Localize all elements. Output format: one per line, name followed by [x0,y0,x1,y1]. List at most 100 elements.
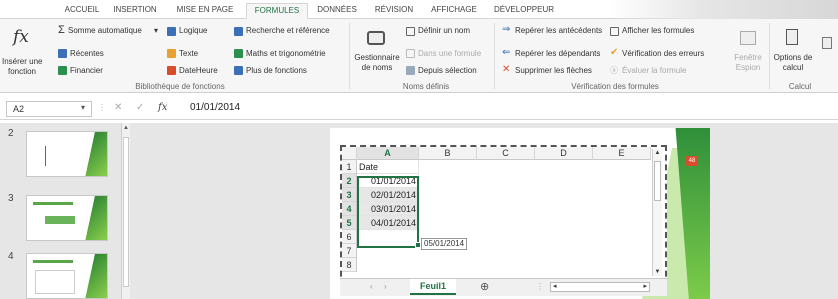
select-all-corner[interactable] [342,147,357,160]
column-header-a[interactable]: A [357,147,419,160]
lookup-icon [234,27,243,36]
define-name-label: Définir un nom [418,26,471,35]
fx-icon: fx [13,27,29,47]
tab-formules[interactable]: FORMULES [246,3,308,19]
evaluate-icon: ⓐ [610,66,618,75]
more-icon: ⋮ [536,282,544,291]
name-manager-icon [367,31,385,45]
tab-accueil[interactable]: ACCUEIL [60,3,104,19]
row-header-5[interactable]: 5 [342,216,357,230]
selection-range [357,176,419,248]
row-header-3[interactable]: 3 [342,188,357,202]
name-manager-button[interactable]: Gestionnaire de noms [352,27,402,77]
thumbnail-title-bar [33,202,73,205]
remove-arrows-icon: ✕ [502,64,511,75]
watch-window-button[interactable]: Fenêtre Espion [732,27,764,77]
cancel-icon[interactable]: ✕ [114,102,122,113]
row-header-4[interactable]: 4 [342,202,357,216]
more-functions-label: Plus de fonctions [246,66,307,75]
chevron-down-icon: ▾ [80,103,85,112]
tag-icon [406,27,415,36]
scroll-left-icon[interactable]: ◂ [553,282,557,290]
cell-a1[interactable]: Date [357,160,419,174]
formula-bar: A2 ▾ ⋮ ✕ ✓ fx 01/01/2014 [0,98,838,120]
enter-icon[interactable]: ✓ [136,102,144,113]
slide-thumbnail-2[interactable] [26,131,108,177]
scroll-thumb[interactable] [654,161,661,201]
scroll-down-icon[interactable]: ▼ [653,269,662,275]
formula-input[interactable]: 01/01/2014 [190,102,240,113]
powerpoint-window: { "tabs": ["ACCUEIL","INSERTION","MISE E… [0,0,838,299]
scroll-up-icon[interactable]: ▲ [653,150,662,156]
tab-mise-en-page[interactable]: MISE EN PAGE [170,3,240,19]
badge: 48 [686,156,698,166]
column-header-b[interactable]: B [419,147,477,160]
watch-window-label-2: Espion [735,63,761,72]
thumbnail-title-bar [33,260,73,263]
dropdown-arrow-icon: ▾ [154,26,159,35]
column-header-d[interactable]: D [535,147,593,160]
sheet-vertical-scrollbar[interactable]: ▲ ▼ [652,149,662,276]
formula-tag-icon [406,49,415,58]
remove-arrows-label: Supprimer les flèches [515,66,592,75]
column-header-e[interactable]: E [593,147,651,160]
thumbnail-table [45,216,75,224]
scroll-right-icon[interactable]: ▸ [643,282,647,290]
group-label-calc: Calcul [788,82,812,91]
row-header-1[interactable]: 1 [342,160,357,174]
arrow-left-icon: ⇐ [502,47,511,58]
row-header-2[interactable]: 2 [342,174,357,188]
separator [349,23,350,89]
diagram-icon [45,146,75,166]
insert-function-button[interactable]: fx Insérer une fonction [2,27,42,79]
calculator-icon [786,29,798,45]
slide-thumbnail-4[interactable] [26,253,108,299]
calc-now-icon[interactable] [822,37,832,49]
recent-label: Récentes [70,49,104,58]
tab-insertion[interactable]: INSERTION [110,3,160,19]
error-check-icon: ✔ [610,47,619,58]
add-sheet-icon[interactable]: ⊕ [480,280,489,293]
group-label-library: Bibliothèque de fonctions [135,82,225,91]
math-label: Maths et trigonométrie [246,49,326,58]
slide-thumbnail-3[interactable] [26,195,108,241]
clock-icon [167,66,176,75]
sheet-tab-feuil1[interactable]: Feuil1 [410,279,456,295]
prev-sheet-icon[interactable]: ‹ [370,282,373,291]
group-label-audit: Vérification des formules [571,82,659,91]
arrow-right-icon: ⇒ [502,24,511,35]
row-header-8[interactable]: 8 [342,258,357,272]
sigma-icon: Σ [58,24,65,36]
from-selection-label: Depuis sélection [418,66,477,75]
column-header-c[interactable]: C [477,147,535,160]
autosum-label: Somme automatique [68,26,142,35]
tab-revision[interactable]: RÉVISION [368,3,420,19]
horizontal-scrollbar[interactable]: ◂ ▸ [550,282,650,292]
row-header-6[interactable]: 6 [342,230,357,244]
tab-donnees[interactable]: DONNÉES [310,3,364,19]
watch-window-label-1: Fenêtre [734,53,762,62]
thumbnail-grid [35,270,75,294]
trace-precedents-label: Repérer les antécédents [515,26,603,35]
calc-options-button[interactable]: Options de calcul [770,27,816,77]
name-box[interactable]: A2 ▾ [6,101,92,117]
name-manager-label-1: Gestionnaire [354,53,400,62]
use-in-formula-label: Dans une formule [418,49,482,58]
logical-icon [167,27,176,36]
thumbnail-scrollbar[interactable]: ▲ [121,123,130,299]
tab-affichage[interactable]: AFFICHAGE [425,3,483,19]
slide-thumbnails-panel: 2 3 4 [0,123,135,299]
slide-number: 3 [8,193,14,204]
name-manager-label-2: de noms [361,63,393,72]
separator [494,23,495,89]
row-header-7[interactable]: 7 [342,244,357,258]
insert-function-icon[interactable]: fx [158,102,167,113]
tab-developpeur[interactable]: DÉVELOPPEUR [488,3,560,19]
text-icon [167,49,176,58]
scroll-thumb[interactable] [123,137,129,287]
show-formulas-icon [610,27,619,36]
scroll-up-icon[interactable]: ▲ [122,125,130,131]
financial-icon [58,66,67,75]
calc-options-label-2: calcul [782,63,804,72]
next-sheet-icon[interactable]: › [384,282,387,291]
